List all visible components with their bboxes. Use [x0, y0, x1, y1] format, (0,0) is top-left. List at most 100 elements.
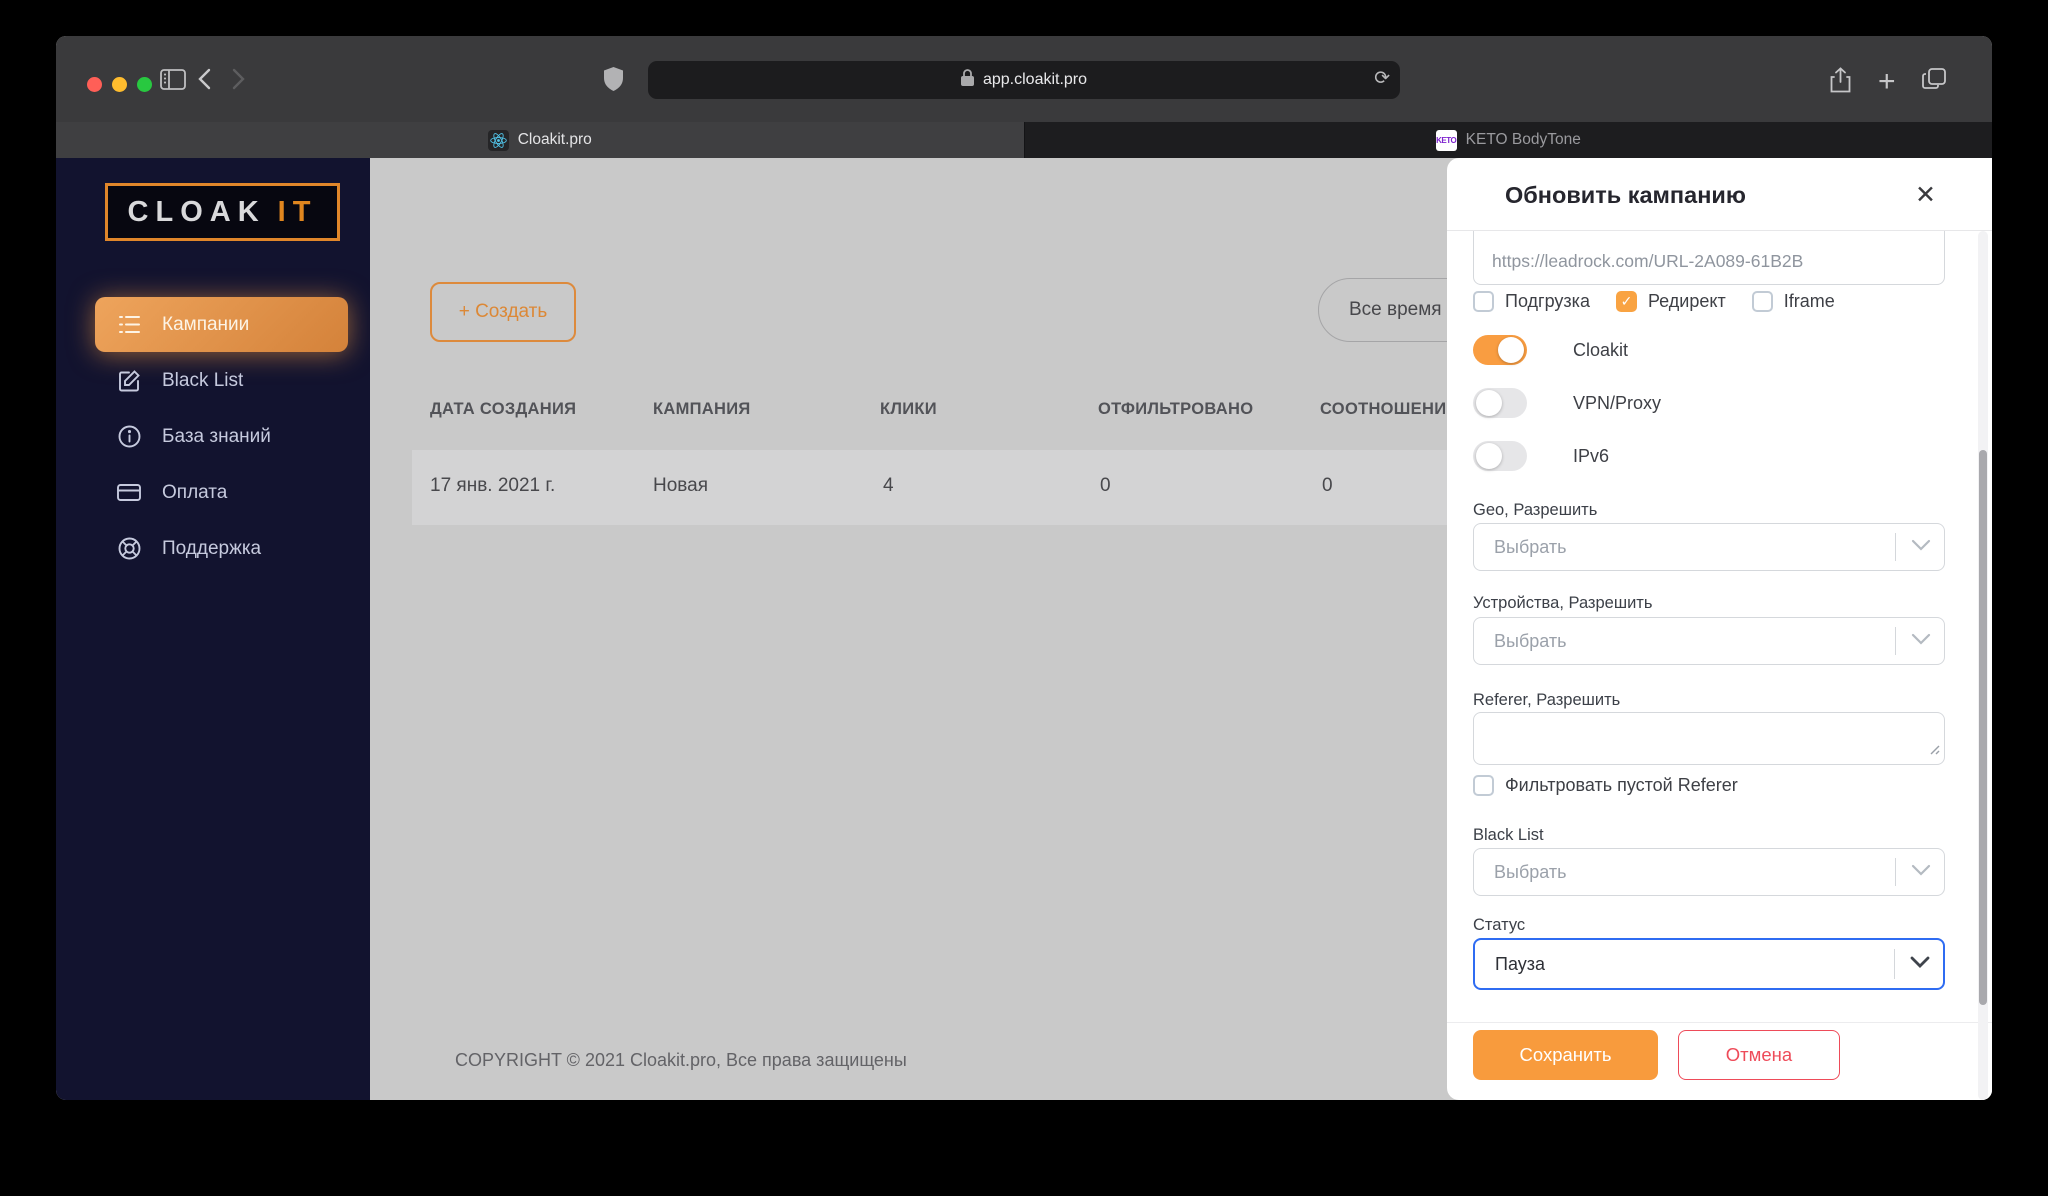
geo-select[interactable]: Выбрать: [1473, 523, 1945, 571]
status-select[interactable]: Пауза: [1473, 938, 1945, 990]
sidebar-item-knowledge[interactable]: База знаний: [95, 409, 348, 464]
column-header-date: ДАТА СОЗДАНИЯ: [430, 400, 577, 418]
select-value: Пауза: [1495, 953, 1546, 974]
chevron-down-icon: [1911, 863, 1931, 881]
column-header-ratio: СООТНОШЕНИ: [1320, 400, 1447, 418]
tab-label: Cloakit.pro: [517, 131, 592, 148]
vpn-proxy-toggle[interactable]: [1473, 388, 1527, 418]
toggle-row-vpn: VPN/Proxy: [1473, 388, 1945, 418]
reload-icon[interactable]: ⟳: [1374, 67, 1390, 90]
zoom-window-button[interactable]: [137, 77, 152, 92]
tab-bar: Cloakit.pro KETO KETO BodyTone: [56, 122, 1992, 158]
back-button[interactable]: [198, 68, 211, 95]
referer-label: Referer, Разрешить: [1473, 691, 1621, 709]
chevron-down-icon: [1911, 538, 1931, 556]
checkbox-redirect[interactable]: ✓ Редирект: [1615, 290, 1726, 312]
close-window-button[interactable]: [87, 77, 102, 92]
select-separator: [1895, 533, 1896, 561]
checkbox-checked-icon[interactable]: ✓: [1615, 290, 1637, 312]
checkbox-label: Фильтровать пустой Referer: [1505, 774, 1738, 795]
checkbox-podgruzka[interactable]: Подгрузка: [1473, 290, 1590, 312]
tab-overview-icon[interactable]: [1922, 68, 1946, 95]
select-separator: [1895, 627, 1896, 655]
toggle-knob: [1498, 337, 1524, 363]
sidebar-item-label: Оплата: [162, 481, 228, 503]
chevron-down-icon: [1911, 632, 1931, 650]
select-separator: [1894, 949, 1895, 979]
toggle-label: VPN/Proxy: [1573, 392, 1662, 413]
column-header-filtered: ОТФИЛЬТРОВАНО: [1098, 400, 1254, 418]
new-tab-button[interactable]: +: [1878, 65, 1896, 99]
checkbox-icon[interactable]: [1473, 774, 1494, 796]
copyright-text: COPYRIGHT © 2021 Cloakit.pro, Все права …: [455, 1050, 907, 1070]
cell-campaign: Новая: [653, 475, 709, 496]
tab-cloakit[interactable]: Cloakit.pro: [56, 122, 1024, 158]
address-bar[interactable]: app.cloakit.pro ⟳: [648, 61, 1400, 99]
keto-favicon: KETO: [1435, 129, 1457, 151]
save-button[interactable]: Сохранить: [1473, 1030, 1658, 1080]
privacy-shield-icon[interactable]: [604, 67, 623, 96]
referer-textarea[interactable]: [1473, 712, 1945, 765]
cell-date: 17 янв. 2021 г.: [430, 475, 556, 496]
ipv6-toggle[interactable]: [1473, 441, 1527, 471]
checkbox-label: Редирект: [1647, 290, 1726, 311]
sidebar-item-campaigns[interactable]: Кампании: [95, 297, 348, 352]
sidebar-item-label: Кампании: [162, 313, 250, 335]
cell-ratio: 0: [1322, 475, 1333, 496]
cloakit-toggle[interactable]: [1473, 335, 1527, 365]
devices-select[interactable]: Выбрать: [1473, 617, 1945, 665]
sidebar-item-support[interactable]: Поддержка: [95, 521, 348, 576]
status-label: Статус: [1473, 916, 1526, 934]
edit-icon: [116, 368, 142, 394]
cloakit-logo: CLOAK IT: [105, 183, 340, 241]
checkbox-label: Подгрузка: [1505, 290, 1590, 311]
toggle-label: Cloakit: [1573, 339, 1629, 360]
checkbox-label: Iframe: [1783, 290, 1835, 311]
cancel-button[interactable]: Отмена: [1678, 1030, 1840, 1080]
list-icon: [116, 312, 142, 338]
tab-keto[interactable]: KETO KETO BodyTone: [1025, 122, 1993, 158]
browser-window: app.cloakit.pro ⟳ + Cloakit.pro KETO KET…: [56, 36, 1992, 1100]
select-placeholder: Выбрать: [1494, 536, 1567, 557]
footer-divider: [1447, 1022, 1992, 1023]
react-favicon: [487, 129, 509, 151]
support-icon: [116, 536, 142, 562]
blacklist-select[interactable]: Выбрать: [1473, 848, 1945, 896]
toggle-group: Cloakit VPN/Proxy IPv6: [1473, 335, 1945, 471]
modal-actions: Сохранить Отмена: [1473, 1030, 1945, 1080]
info-icon: [116, 424, 142, 450]
geo-label: Geo, Разрешить: [1473, 501, 1598, 519]
checkbox-iframe[interactable]: Iframe: [1751, 290, 1835, 312]
column-header-clicks: КЛИКИ: [880, 400, 937, 418]
minimize-window-button[interactable]: [112, 77, 127, 92]
campaign-url-input[interactable]: https://leadrock.com/URL-2A089-61B2B: [1473, 231, 1945, 285]
select-placeholder: Выбрать: [1494, 861, 1567, 882]
toggle-row-ipv6: IPv6: [1473, 441, 1945, 471]
modal-scroll-area[interactable]: https://leadrock.com/URL-2A089-61B2B Под…: [1447, 231, 1992, 1100]
checkbox-icon[interactable]: [1473, 290, 1494, 312]
toggle-label: IPv6: [1573, 445, 1610, 466]
sidebar-item-blacklist[interactable]: Black List: [95, 353, 348, 408]
filter-referer-row: Фильтровать пустой Referer: [1473, 774, 1945, 796]
sidebar-menu: Кампании Black List База знаний Оплата П…: [95, 297, 348, 576]
checkbox-filter-empty-referer[interactable]: Фильтровать пустой Referer: [1473, 774, 1738, 796]
sidebar-item-label: База знаний: [162, 425, 271, 447]
create-campaign-button[interactable]: + Создать: [430, 282, 576, 342]
update-campaign-modal: Обновить кампанию ✕ https://leadrock.com…: [1447, 158, 1992, 1100]
select-placeholder: Выбрать: [1494, 630, 1567, 651]
devices-label: Устройства, Разрешить: [1473, 594, 1653, 612]
column-header-campaign: КАМПАНИЯ: [653, 400, 751, 418]
toggle-knob: [1476, 390, 1502, 416]
logo-text-it: IT: [277, 195, 318, 228]
modal-scrollbar-thumb[interactable]: [1979, 450, 1987, 1005]
sidebar-item-label: Поддержка: [162, 537, 262, 559]
sidebar-toggle-icon[interactable]: [160, 69, 186, 95]
browser-toolbar: app.cloakit.pro ⟳ +: [56, 36, 1992, 122]
sidebar-item-payment[interactable]: Оплата: [95, 465, 348, 520]
close-icon[interactable]: ✕: [1915, 180, 1936, 210]
checkbox-icon[interactable]: [1751, 290, 1773, 312]
forward-button[interactable]: [232, 68, 245, 95]
tab-label: KETO BodyTone: [1465, 131, 1581, 148]
resize-handle-icon[interactable]: [1928, 742, 1940, 760]
share-icon[interactable]: [1830, 67, 1851, 98]
